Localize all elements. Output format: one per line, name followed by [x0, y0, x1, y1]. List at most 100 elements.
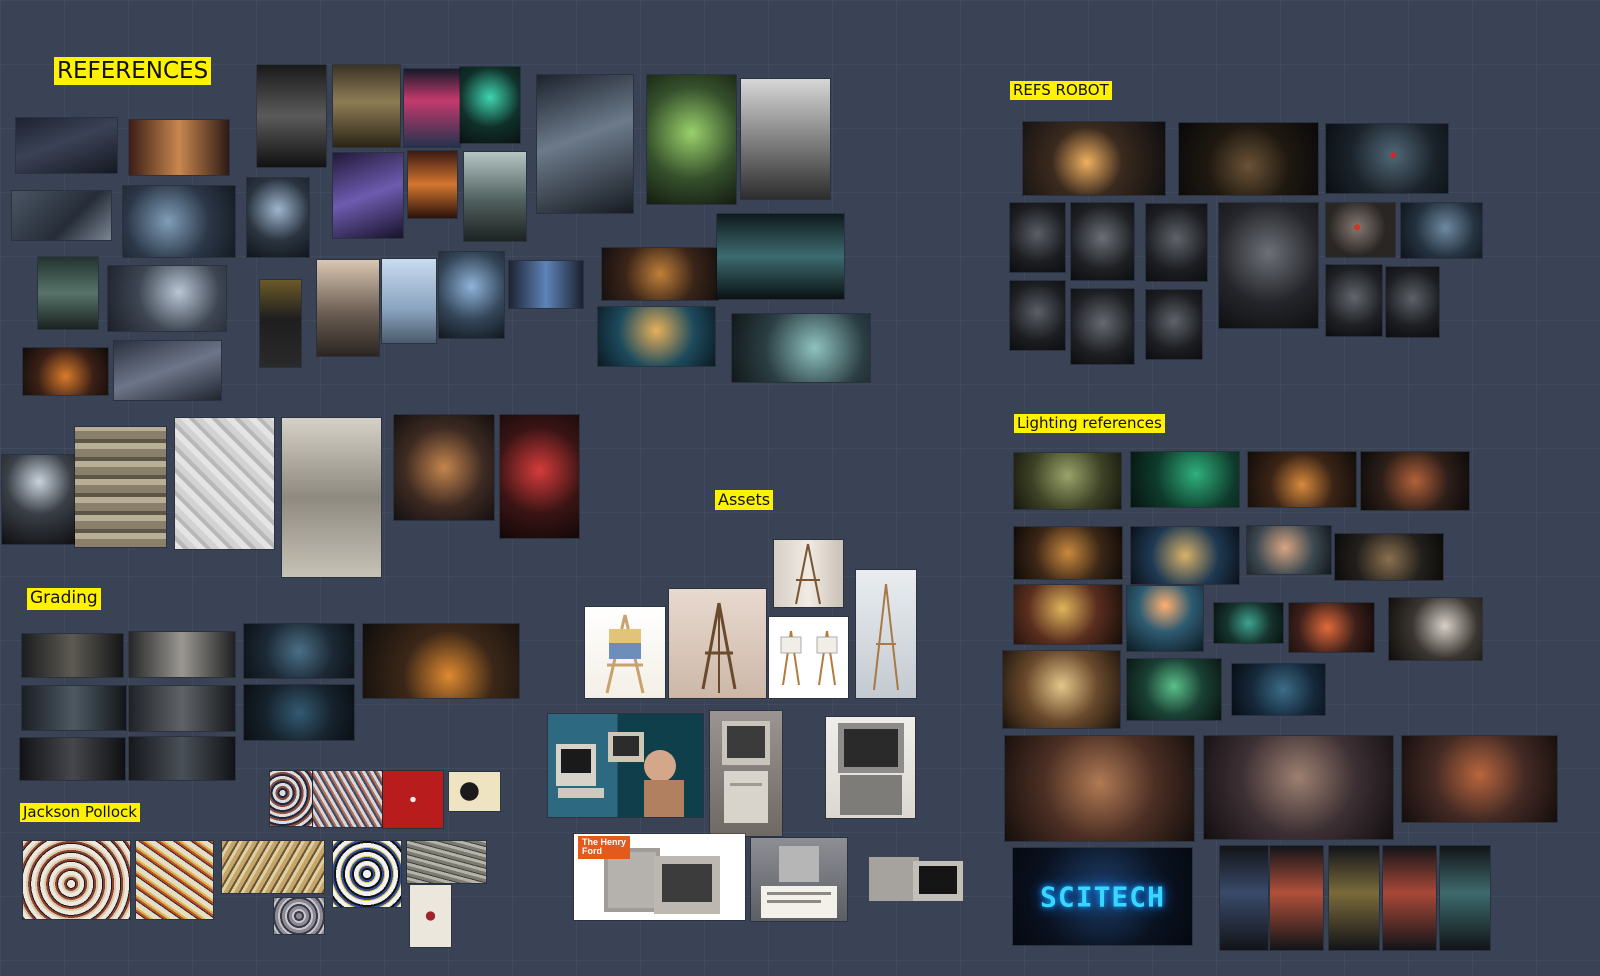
robot-reference-image[interactable] — [1146, 290, 1202, 359]
robot-reference-image[interactable] — [1071, 203, 1134, 280]
robot-reference-image[interactable] — [1219, 203, 1318, 328]
robot-reference-image[interactable] — [1326, 124, 1448, 193]
reference-image[interactable] — [602, 248, 718, 300]
asset-image-computer[interactable] — [826, 717, 915, 818]
robot-reference-image[interactable] — [1010, 203, 1065, 272]
reference-image[interactable] — [741, 79, 830, 199]
reference-image[interactable] — [108, 266, 226, 331]
grading-image[interactable] — [20, 738, 125, 780]
reference-image[interactable] — [260, 280, 301, 367]
reference-image[interactable] — [2, 455, 76, 544]
reference-image[interactable] — [38, 257, 98, 329]
pollock-image[interactable] — [407, 841, 486, 883]
lighting-reference-image[interactable] — [1248, 452, 1356, 507]
pollock-image[interactable] — [333, 841, 401, 907]
lighting-reference-image[interactable] — [1003, 651, 1120, 728]
lighting-reference-image[interactable] — [1204, 736, 1393, 839]
lighting-reference-image[interactable] — [1014, 585, 1122, 644]
lighting-reference-image[interactable] — [1289, 603, 1374, 652]
robot-reference-image[interactable] — [1179, 123, 1318, 195]
lighting-reference-image[interactable] — [1389, 598, 1482, 660]
reference-image[interactable] — [500, 415, 579, 538]
reference-image[interactable] — [16, 118, 117, 173]
pollock-image[interactable] — [270, 771, 312, 826]
pollock-image[interactable] — [23, 841, 130, 919]
reference-image[interactable] — [257, 65, 326, 167]
reference-image[interactable] — [404, 69, 460, 147]
lighting-reference-image[interactable] — [1131, 452, 1239, 507]
section-label-references[interactable]: REFERENCES — [54, 57, 212, 86]
reference-image[interactable] — [317, 260, 379, 356]
reference-image[interactable] — [23, 348, 108, 395]
reference-image[interactable] — [509, 261, 583, 308]
section-label-assets[interactable]: Assets — [715, 490, 774, 511]
grading-image[interactable] — [244, 685, 354, 740]
grading-image[interactable] — [244, 624, 354, 678]
robot-reference-image[interactable] — [1146, 204, 1207, 281]
lighting-reference-phone[interactable] — [1270, 846, 1323, 950]
reference-image[interactable] — [408, 151, 457, 218]
grading-image[interactable] — [129, 686, 235, 731]
moodboard-canvas[interactable]: REFERENCES REFS ROBOT Lighting reference… — [0, 0, 1600, 976]
robot-reference-image[interactable] — [1401, 203, 1482, 258]
lighting-reference-image[interactable] — [1127, 659, 1221, 720]
lighting-reference-image[interactable] — [1214, 603, 1283, 643]
robot-reference-image[interactable] — [1071, 289, 1134, 364]
reference-image[interactable] — [647, 75, 736, 204]
asset-image-easel[interactable] — [585, 607, 665, 698]
lighting-reference-phone[interactable] — [1383, 846, 1436, 950]
robot-reference-image[interactable] — [1326, 265, 1382, 336]
section-label-lighting[interactable]: Lighting references — [1014, 414, 1165, 434]
lighting-reference-image[interactable] — [1127, 586, 1203, 651]
lighting-reference-image[interactable] — [1335, 534, 1443, 580]
lighting-reference-image[interactable] — [1014, 453, 1121, 509]
robot-reference-image[interactable] — [1386, 267, 1439, 337]
pollock-image[interactable] — [383, 771, 443, 828]
asset-image-easel[interactable] — [774, 540, 843, 607]
reference-image[interactable] — [333, 65, 400, 147]
reference-image[interactable] — [460, 67, 520, 143]
lighting-reference-phone[interactable] — [1329, 846, 1379, 950]
grading-image[interactable] — [22, 686, 126, 730]
lighting-reference-image[interactable] — [1005, 736, 1194, 841]
lighting-reference-image[interactable] — [1247, 526, 1331, 574]
reference-image[interactable] — [129, 120, 229, 175]
pollock-image[interactable] — [449, 772, 500, 811]
reference-image[interactable] — [394, 415, 494, 520]
reference-image[interactable] — [123, 186, 235, 257]
asset-image-computer[interactable] — [710, 711, 782, 836]
lighting-reference-phone[interactable] — [1440, 846, 1490, 950]
reference-image[interactable] — [717, 214, 844, 299]
asset-image-easel[interactable] — [769, 617, 848, 698]
lighting-reference-image[interactable] — [1232, 664, 1325, 715]
asset-image-computer-photo[interactable] — [548, 714, 703, 817]
grading-image[interactable] — [129, 632, 235, 677]
asset-image-computer-cutout[interactable] — [867, 853, 967, 905]
lighting-reference-image[interactable] — [1402, 736, 1557, 822]
reference-image[interactable] — [598, 307, 715, 366]
pollock-image[interactable] — [274, 898, 324, 934]
reference-image[interactable] — [537, 75, 633, 213]
lighting-reference-image[interactable] — [1361, 452, 1469, 510]
reference-image[interactable] — [12, 191, 111, 240]
asset-image-easel[interactable] — [669, 589, 766, 698]
reference-image[interactable] — [464, 152, 526, 241]
reference-image[interactable] — [732, 314, 870, 382]
reference-image[interactable] — [247, 178, 309, 257]
asset-image-computer[interactable]: The Henry Ford — [574, 834, 745, 920]
robot-reference-image[interactable] — [1023, 122, 1165, 195]
pollock-image[interactable] — [222, 841, 324, 893]
grading-image[interactable] — [22, 634, 123, 677]
reference-image[interactable] — [282, 418, 381, 577]
pollock-image[interactable] — [410, 885, 451, 947]
reference-image[interactable] — [114, 341, 221, 400]
reference-image[interactable] — [439, 252, 504, 338]
asset-image-computer[interactable] — [751, 838, 847, 921]
lighting-reference-image[interactable] — [1014, 527, 1122, 579]
section-label-grading[interactable]: Grading — [27, 588, 101, 610]
lighting-reference-phone[interactable] — [1220, 846, 1268, 950]
grading-image[interactable] — [129, 737, 235, 780]
asset-image-easel[interactable] — [856, 570, 916, 698]
section-label-jackson-pollock[interactable]: Jackson Pollock — [20, 803, 140, 823]
reference-image[interactable] — [175, 418, 274, 549]
